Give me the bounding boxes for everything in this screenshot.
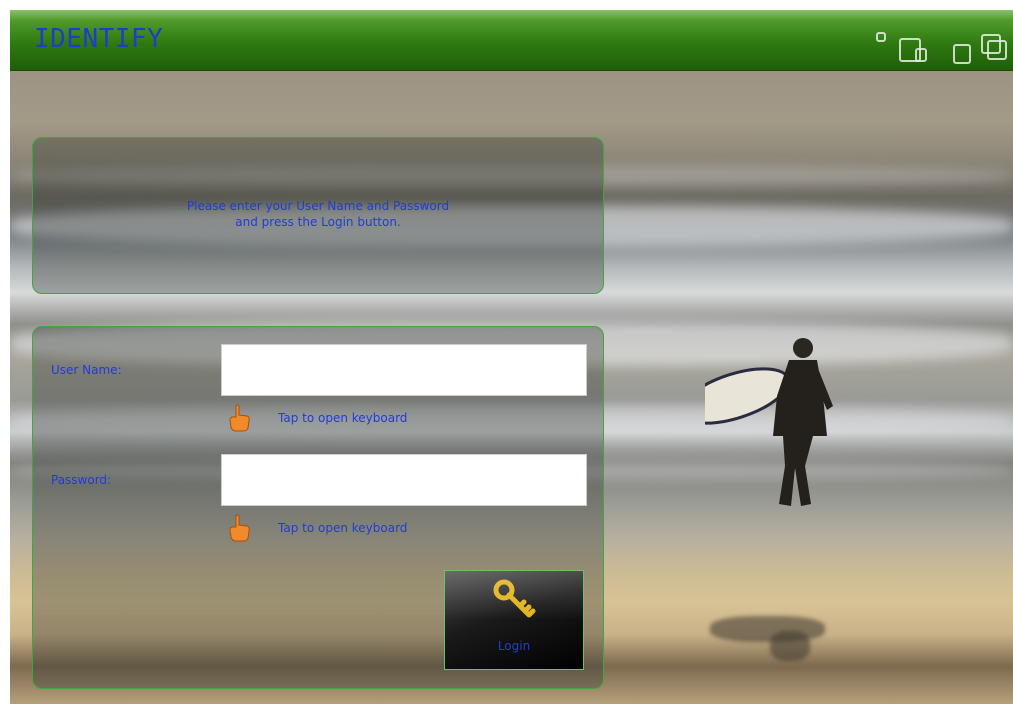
square-icon[interactable]	[953, 44, 971, 64]
username-keyboard-link[interactable]: Tap to open keyboard	[228, 404, 448, 434]
keyboard-link-label: Tap to open keyboard	[278, 521, 408, 535]
instructions-panel: Please enter your User Name and Password…	[32, 137, 604, 294]
password-input[interactable]	[221, 454, 587, 506]
app-title: IDENTIFY	[34, 24, 164, 54]
username-label: User Name:	[51, 363, 122, 377]
login-button-label: Login	[497, 639, 531, 653]
app-window: IDENTIFY Please enter your User Name and…	[10, 10, 1013, 704]
overlap-squares-icon[interactable]	[899, 38, 939, 68]
window-controls	[873, 32, 1013, 70]
surfer-reflection	[770, 631, 810, 661]
instruction-text: and press the Login button.	[235, 215, 401, 229]
instruction-text: Please enter your User Name and Password	[186, 199, 450, 213]
username-input[interactable]	[221, 344, 587, 396]
header-bar: IDENTIFY	[10, 10, 1013, 71]
password-keyboard-link[interactable]: Tap to open keyboard	[228, 514, 448, 544]
login-button[interactable]: Login	[444, 570, 584, 670]
password-label: Password:	[51, 473, 112, 487]
surfer-silhouette	[705, 338, 833, 506]
overlap-squares-icon[interactable]	[981, 34, 1011, 70]
small-square-icon[interactable]	[876, 32, 886, 42]
key-icon	[493, 579, 536, 618]
login-panel: User Name: Tap to open keyboard Password…	[32, 326, 604, 689]
pointing-hand-icon	[229, 514, 250, 542]
pointing-hand-icon	[229, 404, 250, 432]
keyboard-link-label: Tap to open keyboard	[278, 411, 408, 425]
